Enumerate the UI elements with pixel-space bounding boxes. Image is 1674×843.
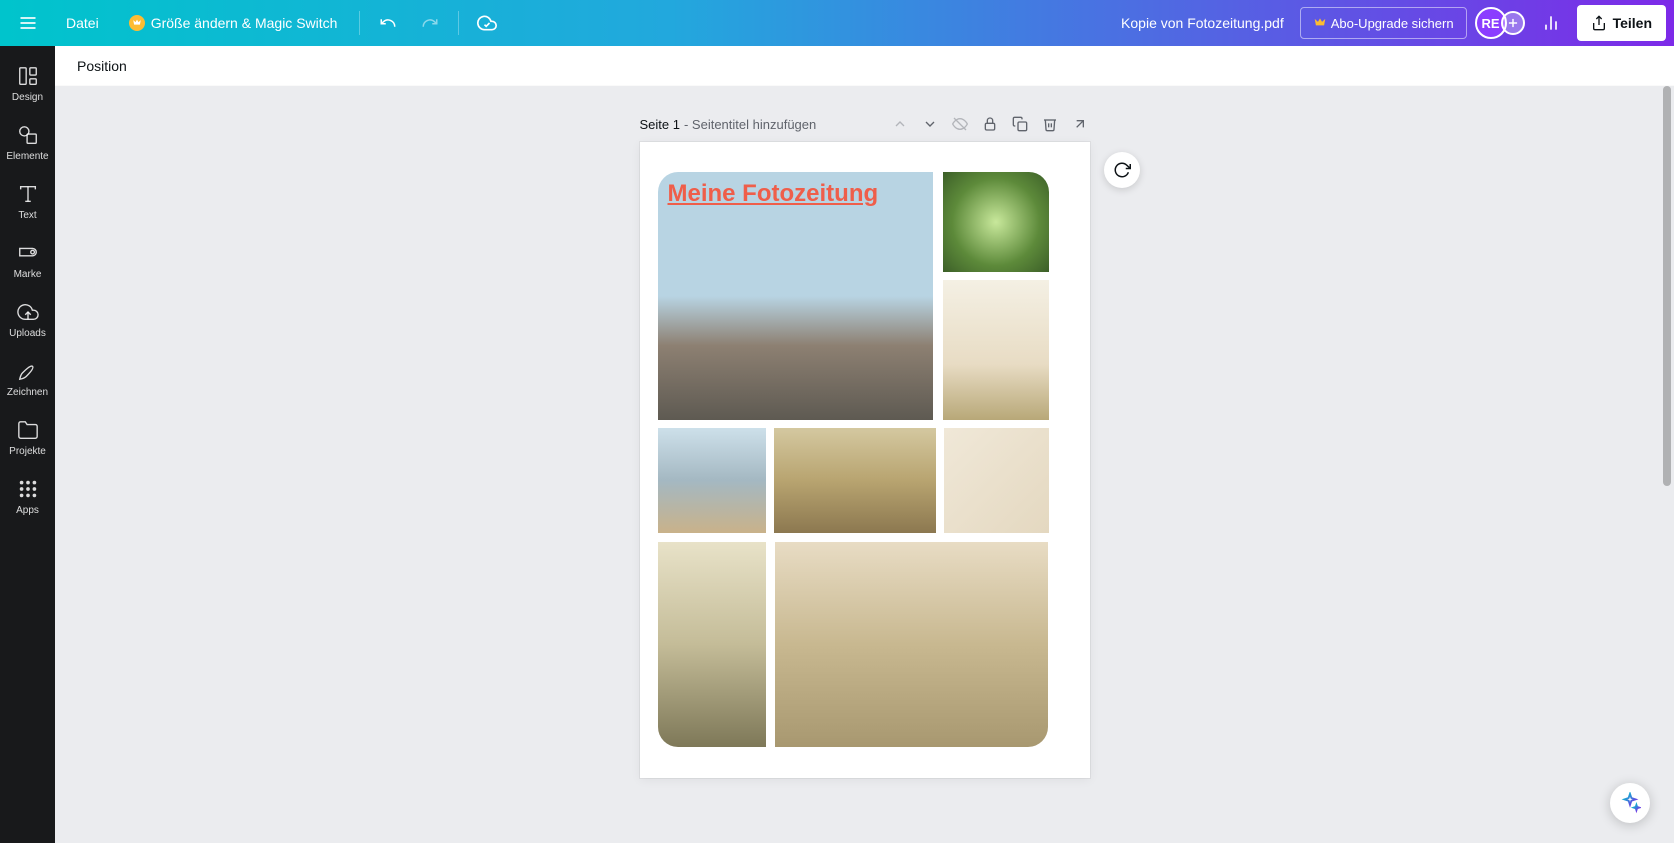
page-up-button[interactable] xyxy=(890,114,910,134)
cloud-save-button[interactable] xyxy=(469,5,505,41)
context-toolbar: Position xyxy=(55,46,1674,86)
upload-icon xyxy=(1591,15,1607,31)
sidebar-item-text[interactable]: Text xyxy=(0,172,55,231)
collage-image-surfer[interactable] xyxy=(658,428,766,533)
refresh-icon xyxy=(1113,161,1131,179)
vertical-scrollbar[interactable] xyxy=(1662,86,1672,843)
bar-chart-icon xyxy=(1541,13,1561,33)
collage-image-rv[interactable] xyxy=(658,172,933,420)
position-button[interactable]: Position xyxy=(71,54,133,78)
file-menu-button[interactable]: Datei xyxy=(54,5,111,41)
folder-icon xyxy=(16,418,40,442)
crown-icon xyxy=(1313,16,1327,30)
sidebar-item-label: Elemente xyxy=(6,151,48,162)
upgrade-label: Abo-Upgrade sichern xyxy=(1331,16,1454,31)
apps-grid-icon xyxy=(16,477,40,501)
divider xyxy=(458,11,459,35)
sidebar-item-label: Projekte xyxy=(9,446,46,457)
external-link-icon xyxy=(1072,116,1088,132)
undo-icon xyxy=(379,14,397,32)
lock-icon xyxy=(982,116,998,132)
crown-icon xyxy=(129,15,145,31)
page-header: Seite 1 - Seitentitel hinzufügen xyxy=(640,114,1090,134)
canvas-page[interactable]: Meine Fotozeitung xyxy=(640,142,1090,778)
text-icon xyxy=(16,182,40,206)
eye-off-icon xyxy=(952,116,968,132)
page-number-label: Seite 1 xyxy=(640,117,680,132)
collage-image-picnic[interactable] xyxy=(775,542,1048,747)
plus-icon xyxy=(1506,16,1520,30)
sidebar-item-uploads[interactable]: Uploads xyxy=(0,290,55,349)
refresh-button[interactable] xyxy=(1104,152,1140,188)
brand-icon xyxy=(16,241,40,265)
cloud-check-icon xyxy=(477,13,497,33)
collage-image-olive[interactable] xyxy=(658,542,766,747)
divider xyxy=(359,11,360,35)
sidebar-item-label: Zeichnen xyxy=(7,387,48,398)
copy-icon xyxy=(1012,116,1028,132)
page-title-placeholder[interactable]: - Seitentitel hinzufügen xyxy=(684,117,816,132)
pencil-icon xyxy=(16,359,40,383)
sidebar-item-elements[interactable]: Elemente xyxy=(0,113,55,172)
share-label: Teilen xyxy=(1613,15,1652,31)
redo-icon xyxy=(421,14,439,32)
page-down-button[interactable] xyxy=(920,114,940,134)
cloud-upload-icon xyxy=(16,300,40,324)
top-bar: Datei Größe ändern & Magic Switch Kopie … xyxy=(0,0,1674,46)
delete-button[interactable] xyxy=(1040,114,1060,134)
chevron-down-icon xyxy=(922,116,938,132)
collage-title-text[interactable]: Meine Fotozeitung xyxy=(668,180,879,208)
resize-magic-button[interactable]: Größe ändern & Magic Switch xyxy=(117,5,350,41)
sidebar-item-label: Design xyxy=(12,92,43,103)
collage-image-vintage-car[interactable] xyxy=(943,280,1049,420)
undo-button[interactable] xyxy=(370,5,406,41)
sidebar-item-draw[interactable]: Zeichnen xyxy=(0,349,55,408)
analytics-button[interactable] xyxy=(1533,5,1569,41)
sidebar-item-apps[interactable]: Apps xyxy=(0,467,55,526)
lock-button[interactable] xyxy=(980,114,1000,134)
collaborators: RE xyxy=(1475,7,1525,39)
export-button[interactable] xyxy=(1070,114,1090,134)
collage-grid: Meine Fotozeitung xyxy=(658,172,1072,748)
share-button[interactable]: Teilen xyxy=(1577,5,1666,41)
trash-icon xyxy=(1042,116,1058,132)
shapes-icon xyxy=(16,123,40,147)
sidebar-item-label: Marke xyxy=(14,269,42,280)
hamburger-icon xyxy=(18,13,38,33)
sidebar-item-label: Uploads xyxy=(9,328,46,339)
magic-fab-button[interactable] xyxy=(1610,783,1650,823)
templates-icon xyxy=(16,64,40,88)
collage-image-grass[interactable] xyxy=(774,428,936,533)
main-menu-button[interactable] xyxy=(8,3,48,43)
collage-image-trees[interactable] xyxy=(943,172,1049,272)
resize-magic-label: Größe ändern & Magic Switch xyxy=(151,15,338,31)
collage-image-shells[interactable] xyxy=(944,428,1049,533)
sidebar-item-design[interactable]: Design xyxy=(0,54,55,113)
upgrade-button[interactable]: Abo-Upgrade sichern xyxy=(1300,7,1467,39)
visibility-button[interactable] xyxy=(950,114,970,134)
add-collaborator-button[interactable] xyxy=(1501,11,1525,35)
sparkle-icon xyxy=(1619,792,1641,814)
document-name[interactable]: Kopie von Fotozeitung.pdf xyxy=(1121,15,1284,31)
sidebar-item-brand[interactable]: Marke xyxy=(0,231,55,290)
sidebar-item-label: Text xyxy=(18,210,36,221)
left-sidebar: Design Elemente Text Marke Uploads Zeich… xyxy=(0,46,55,843)
chevron-up-icon xyxy=(892,116,908,132)
scrollbar-thumb[interactable] xyxy=(1663,86,1671,486)
sidebar-item-label: Apps xyxy=(16,505,39,516)
duplicate-button[interactable] xyxy=(1010,114,1030,134)
redo-button[interactable] xyxy=(412,5,448,41)
sidebar-item-projects[interactable]: Projekte xyxy=(0,408,55,467)
canvas-area[interactable]: Seite 1 - Seitentitel hinzufügen xyxy=(55,86,1674,843)
